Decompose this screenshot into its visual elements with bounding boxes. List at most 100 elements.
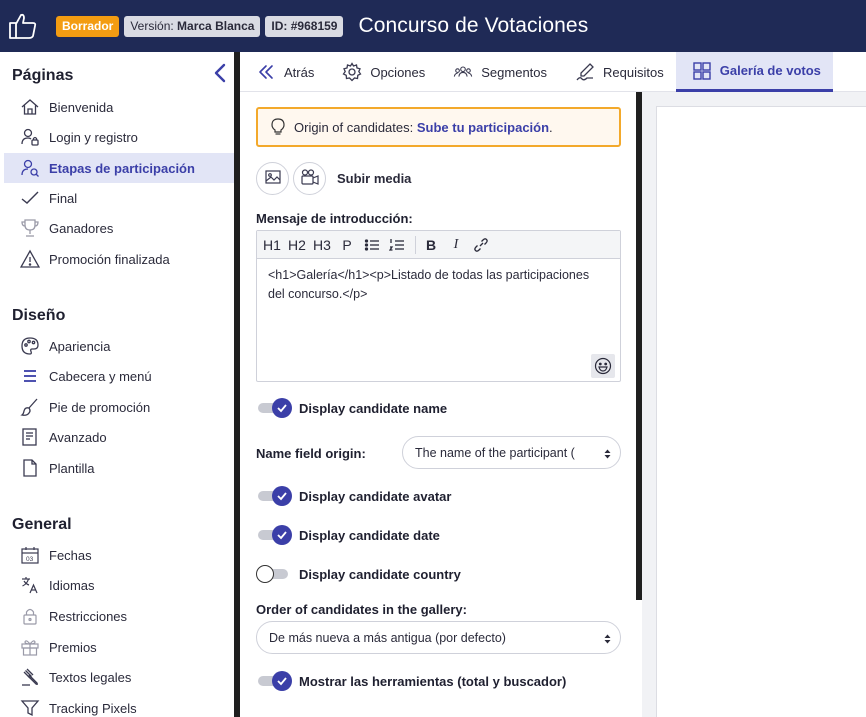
sidebar-item-etapas[interactable]: Etapas de participación	[4, 153, 236, 183]
show-tools-switch[interactable]	[256, 670, 292, 692]
tab-galeria-de-votos[interactable]: Galería de votos	[675, 52, 833, 92]
video-camera-icon	[300, 168, 320, 189]
bullet-list-icon[interactable]	[361, 234, 383, 256]
settings-panel: Origin of candidates: Sube tu participac…	[240, 92, 636, 717]
sidebar-item-idiomas[interactable]: Idiomas	[4, 570, 236, 600]
trophy-icon	[20, 218, 40, 238]
id-badge: ID: #968159	[265, 15, 344, 37]
toggle-label: Display candidate avatar	[299, 488, 452, 504]
sidebar-item-label: Promoción finalizada	[49, 251, 170, 267]
bold-button[interactable]: B	[420, 234, 442, 256]
sidebar-item-label: Final	[49, 190, 78, 206]
toggle-label: Mostrar las herramientas (total y buscad…	[299, 673, 567, 689]
upload-video-button[interactable]	[293, 162, 326, 195]
sidebar-item-label: Login y registro	[49, 129, 138, 145]
display-country-switch[interactable]	[256, 563, 292, 585]
hint-suffix: .	[549, 119, 553, 135]
order-label: Order of candidates in the gallery:	[256, 602, 467, 617]
toggle-label: Display candidate country	[299, 566, 461, 582]
intro-message-label: Mensaje de introducción:	[256, 211, 413, 226]
check-icon	[20, 188, 40, 208]
sidebar-item-plantilla[interactable]: Plantilla	[4, 453, 236, 483]
sidebar-item-final[interactable]: Final	[4, 183, 236, 213]
display-date-switch[interactable]	[256, 524, 292, 546]
paragraph-button[interactable]: P	[336, 234, 358, 256]
sidebar-item-label: Apariencia	[49, 338, 111, 354]
toggle-label: Display candidate name	[299, 400, 448, 416]
calendar-icon: 03	[20, 545, 40, 565]
sidebar: Páginas Bienvenida Login y registro Etap…	[0, 52, 236, 717]
name-origin-select[interactable]: The name of the participant (	[402, 436, 621, 469]
section-title-diseno: Diseño	[12, 307, 66, 324]
user-search-icon	[20, 158, 40, 178]
display-date-toggle-row[interactable]: Display candidate date	[256, 524, 440, 546]
gear-icon	[342, 62, 362, 82]
name-origin-label: Name field origin:	[256, 446, 366, 461]
show-tools-toggle-row[interactable]: Mostrar las herramientas (total y buscad…	[256, 670, 566, 692]
preview-area	[642, 92, 866, 717]
italic-button[interactable]: I	[445, 234, 467, 256]
h1-button[interactable]: H1	[261, 234, 283, 256]
section-title-paginas: Páginas	[12, 67, 74, 84]
collapse-sidebar-icon[interactable]	[212, 63, 228, 83]
image-icon	[264, 168, 282, 189]
display-avatar-switch[interactable]	[256, 485, 292, 507]
numbered-list-icon[interactable]	[386, 234, 408, 256]
order-select[interactable]: De más nueva a más antigua (por defecto)	[256, 621, 621, 654]
hint-link[interactable]: Sube tu participación	[417, 120, 549, 135]
h3-button[interactable]: H3	[311, 234, 333, 256]
draft-badge: Borrador	[56, 15, 120, 37]
rich-text-editor[interactable]: H1 H2 H3 P B I <h1>Galería</h1><p>Listad…	[256, 230, 621, 382]
grid-icon	[692, 61, 712, 81]
link-icon[interactable]	[470, 234, 492, 256]
sidebar-item-label: Premios	[49, 639, 97, 655]
display-avatar-toggle-row[interactable]: Display candidate avatar	[256, 485, 451, 507]
user-lock-icon	[20, 127, 40, 147]
sidebar-item-cabecera[interactable]: Cabecera y menú	[4, 361, 236, 391]
sidebar-item-label: Cabecera y menú	[49, 368, 152, 384]
display-country-toggle-row[interactable]: Display candidate country	[256, 563, 461, 585]
sidebar-item-textos-legales[interactable]: Textos legales	[4, 662, 236, 692]
double-chevron-left-icon	[256, 62, 276, 82]
sidebar-item-premios[interactable]: Premios	[4, 632, 236, 662]
tab-label: Atrás	[284, 64, 315, 80]
lock-icon	[20, 606, 40, 626]
check-icon	[272, 486, 292, 506]
sidebar-item-fechas[interactable]: 03 Fechas	[4, 540, 236, 570]
sidebar-item-avanzado[interactable]: Avanzado	[4, 422, 236, 452]
emoji-icon[interactable]	[591, 354, 615, 378]
origin-hint-box: Origin of candidates: Sube tu participac…	[256, 107, 621, 147]
sidebar-item-label: Plantilla	[49, 460, 95, 476]
select-caret-icon	[604, 448, 611, 459]
sidebar-item-tracking[interactable]: Tracking Pixels	[4, 693, 236, 717]
sidebar-item-promocion-finalizada[interactable]: Promoción finalizada	[4, 244, 236, 274]
tab-atras[interactable]: Atrás	[240, 52, 326, 92]
tab-opciones[interactable]: Opciones	[326, 52, 437, 92]
upload-media-label: Subir media	[337, 171, 412, 186]
id-label: ID: #968159	[271, 18, 338, 33]
tab-requisitos[interactable]: Requisitos	[559, 52, 676, 92]
menu-icon	[20, 366, 40, 386]
tab-segmentos[interactable]: Segmentos	[437, 52, 559, 92]
page-title: Concurso de Votaciones	[358, 14, 589, 37]
sidebar-item-pie[interactable]: Pie de promoción	[4, 392, 236, 422]
section-title-general: General	[12, 516, 72, 533]
sidebar-item-restricciones[interactable]: Restricciones	[4, 601, 236, 631]
version-prefix: Versión:	[130, 18, 174, 33]
sidebar-item-apariencia[interactable]: Apariencia	[4, 331, 236, 361]
display-name-switch[interactable]	[256, 397, 292, 419]
sidebar-item-login[interactable]: Login y registro	[4, 122, 236, 152]
sidebar-item-label: Fechas	[49, 547, 92, 563]
display-name-toggle-row[interactable]: Display candidate name	[256, 397, 447, 419]
signature-icon	[575, 62, 595, 82]
editor-content[interactable]: <h1>Galería</h1><p>Listado de todas las …	[257, 259, 620, 311]
h2-button[interactable]: H2	[286, 234, 308, 256]
sidebar-item-ganadores[interactable]: Ganadores	[4, 213, 236, 243]
sidebar-item-label: Restricciones	[49, 608, 128, 624]
sidebar-item-label: Tracking Pixels	[49, 700, 137, 716]
gift-icon	[20, 637, 40, 657]
upload-image-button[interactable]	[256, 162, 289, 195]
sidebar-item-bienvenida[interactable]: Bienvenida	[4, 92, 236, 122]
thumbs-up-logo-icon[interactable]	[0, 0, 46, 52]
hint-text: Origin of candidates: Sube tu participac…	[294, 120, 553, 135]
